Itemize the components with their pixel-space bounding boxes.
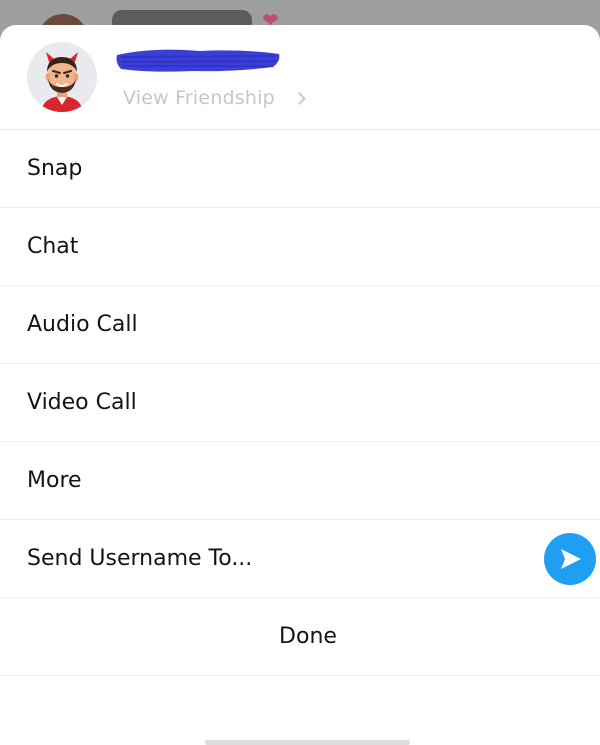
- send-arrow-icon: [561, 549, 581, 569]
- bitmoji-avatar-icon: [41, 52, 83, 112]
- menu-item-chat[interactable]: Chat: [0, 208, 600, 286]
- menu-item-label: Send Username To...: [27, 546, 253, 571]
- view-friendship-link[interactable]: View Friendship: [123, 85, 306, 111]
- home-indicator: [205, 740, 410, 745]
- menu-item-label: Snap: [27, 156, 83, 181]
- menu-item-label: Chat: [27, 234, 79, 259]
- menu-item-video-call[interactable]: Video Call: [0, 364, 600, 442]
- chevron-right-icon: [292, 91, 306, 105]
- menu-item-send-username[interactable]: Send Username To...: [0, 520, 600, 598]
- profile-header: View Friendship: [0, 25, 600, 130]
- done-label: Done: [279, 624, 337, 649]
- menu-item-label: Audio Call: [27, 312, 138, 337]
- menu-item-label: More: [27, 468, 82, 493]
- done-button[interactable]: Done: [0, 598, 600, 676]
- send-button[interactable]: [544, 533, 596, 585]
- menu-item-label: Video Call: [27, 390, 137, 415]
- menu-item-more[interactable]: More: [0, 442, 600, 520]
- action-sheet: View Friendship Snap Chat Audio Call Vid…: [0, 25, 600, 745]
- menu-item-snap[interactable]: Snap: [0, 130, 600, 208]
- redacted-name: [116, 49, 280, 72]
- bitmoji-avatar[interactable]: [27, 42, 97, 112]
- view-friendship-label: View Friendship: [123, 87, 275, 109]
- menu-item-audio-call[interactable]: Audio Call: [0, 286, 600, 364]
